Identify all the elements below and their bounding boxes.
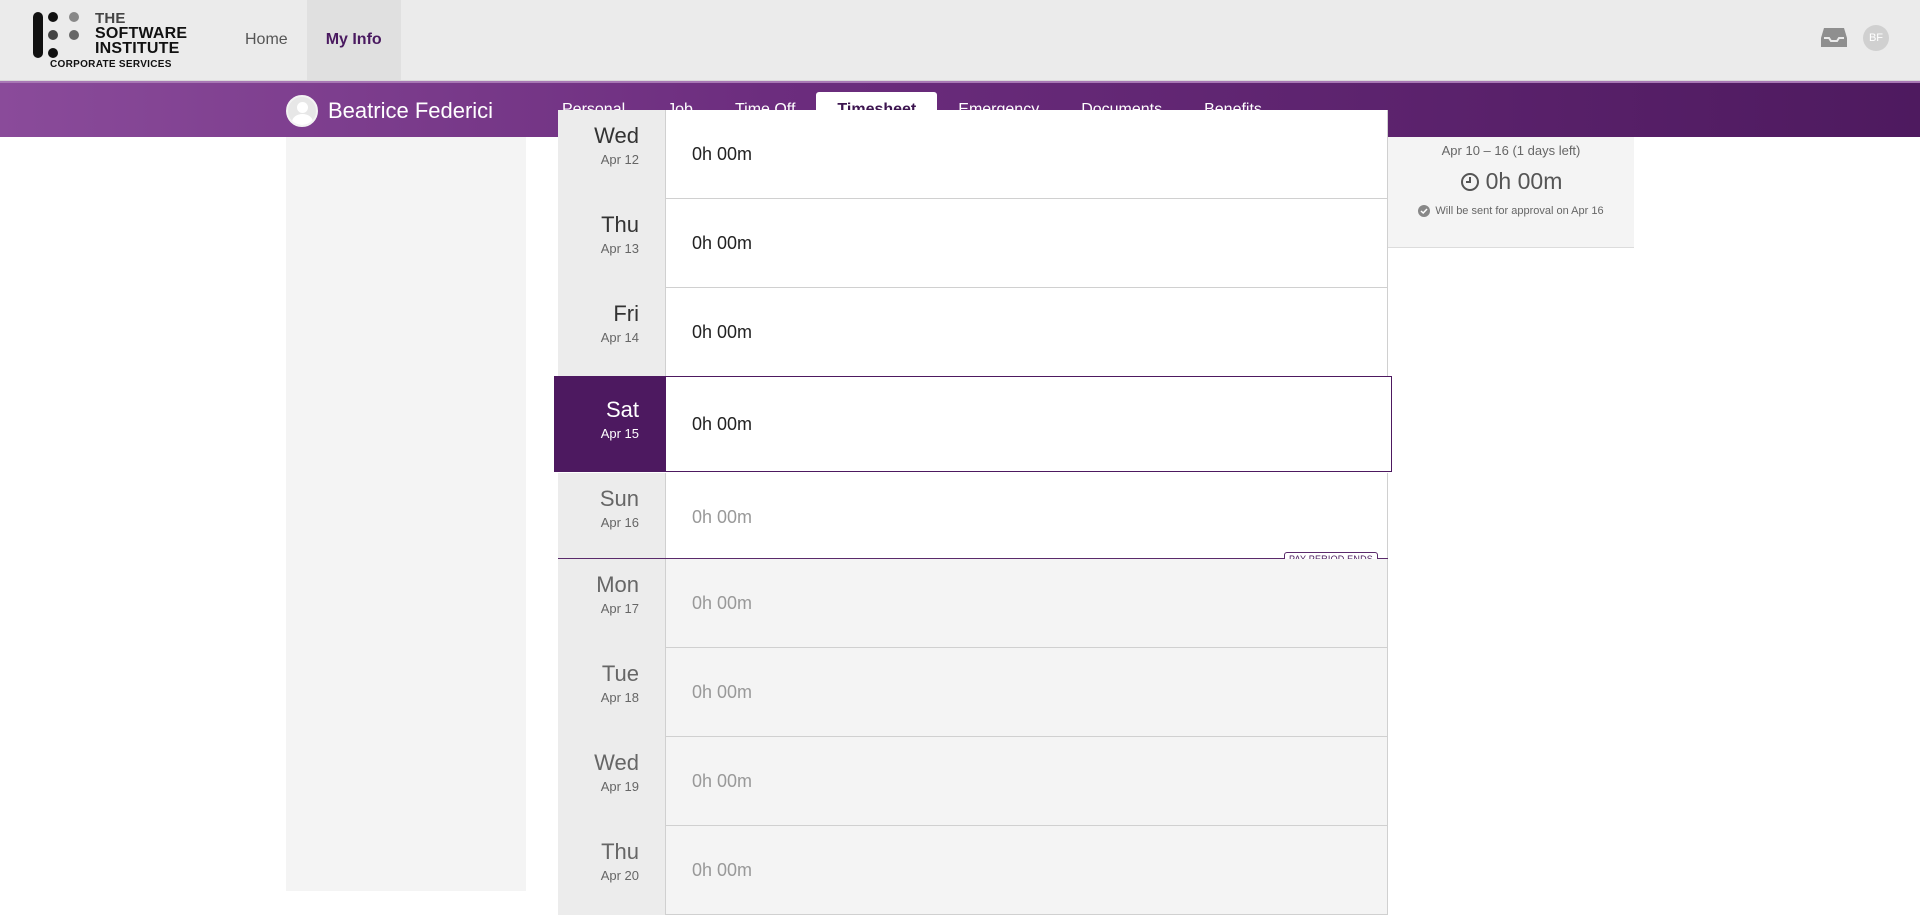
user-avatar[interactable]: BF [1863, 25, 1889, 51]
timesheet-row: Wed Apr 12 0h 00m [558, 110, 1388, 199]
day-label: Wed Apr 12 [558, 110, 665, 199]
nav-my-info[interactable]: My Info [306, 0, 401, 80]
approval-note-text: Will be sent for approval on Apr 16 [1435, 205, 1604, 217]
timesheet-summary-card: Apr 10 – 16 (1 days left) 0h 00m Will be… [1388, 137, 1634, 248]
day-label: Wed Apr 19 [558, 737, 665, 826]
day-label: Sun Apr 16 [558, 473, 665, 562]
nav-home[interactable]: Home [226, 0, 307, 80]
total-hours: 0h 00m [1388, 168, 1634, 195]
day-hours-cell[interactable]: 0h 00m [665, 110, 1388, 199]
timesheet-row: Fri Apr 14 0h 00m [558, 288, 1388, 377]
timesheet-row-selected: Sat Apr 15 0h 00m [554, 376, 1392, 472]
pay-period-range: Apr 10 – 16 (1 days left) [1441, 143, 1581, 158]
day-hours-cell[interactable]: 0h 00m [665, 737, 1388, 826]
timesheet-row: Tue Apr 18 0h 00m [558, 648, 1388, 737]
day-hours-cell[interactable]: 0h 00m [665, 648, 1388, 737]
person-avatar-icon [286, 95, 318, 127]
day-hours-cell[interactable]: 0h 00m [665, 199, 1388, 288]
timesheet-row: Thu Apr 20 0h 00m [558, 826, 1388, 915]
day-label: Tue Apr 18 [558, 648, 665, 737]
logo-mark [33, 12, 43, 58]
profile-name: Beatrice Federici [328, 98, 494, 123]
left-panel [286, 137, 526, 891]
approval-note: Will be sent for approval on Apr 16 [1388, 205, 1634, 217]
timesheet-row: Thu Apr 13 0h 00m [558, 199, 1388, 288]
logo-subtitle: CORPORATE SERVICES [50, 59, 172, 70]
top-header: THE SOFTWARE INSTITUTE CORPORATE SERVICE… [0, 0, 1920, 81]
day-hours-cell[interactable]: 0h 00m [665, 559, 1388, 648]
day-hours-cell[interactable]: 0h 00m [665, 826, 1388, 915]
timesheet-row: Wed Apr 19 0h 00m [558, 737, 1388, 826]
profile-person: Beatrice Federici [286, 95, 493, 127]
timesheet-row: Sun Apr 16 0h 00m [558, 473, 1388, 562]
day-hours-cell[interactable]: 0h 00m [665, 376, 1392, 472]
day-label: Thu Apr 20 [558, 826, 665, 915]
day-label: Sat Apr 15 [554, 376, 665, 472]
company-logo[interactable]: THE SOFTWARE INSTITUTE CORPORATE SERVICE… [30, 10, 200, 72]
day-label: Fri Apr 14 [558, 288, 665, 377]
inbox-icon[interactable] [1820, 27, 1848, 49]
day-hours-cell[interactable]: 0h 00m [665, 473, 1388, 562]
total-hours-value: 0h 00m [1485, 168, 1563, 194]
logo-wordmark: THE SOFTWARE INSTITUTE [95, 10, 188, 57]
timesheet-row: Mon Apr 17 0h 00m [558, 559, 1388, 648]
day-hours-cell[interactable]: 0h 00m [665, 288, 1388, 377]
clock-icon [1460, 172, 1479, 191]
main-nav: Home My Info [226, 0, 401, 80]
day-label: Thu Apr 13 [558, 199, 665, 288]
check-circle-icon [1418, 205, 1431, 217]
day-label: Mon Apr 17 [558, 559, 665, 648]
